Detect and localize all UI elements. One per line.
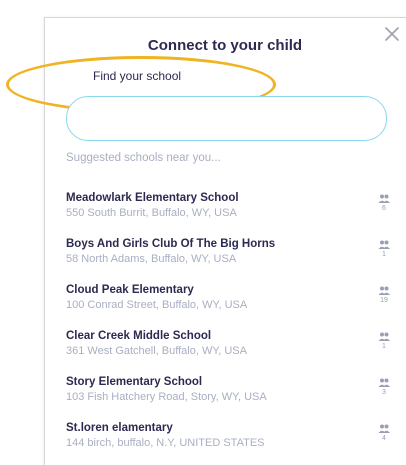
school-address: 100 Conrad Street, Buffalo, WY, USA [66,299,248,311]
school-address: 103 Fish Hatchery Road, Story, WY, USA [66,391,267,403]
school-name: Cloud Peak Elementary [66,284,194,296]
users-icon [378,286,390,295]
school-item[interactable]: Boys And Girls Club Of The Big Horns 58 … [45,234,405,280]
users-icon [378,424,390,433]
users-icon [378,240,390,249]
school-address: 144 birch, buffalo, N.Y, UNITED STATES [66,437,265,449]
member-count: 19 [372,286,396,304]
suggested-schools-label: Suggested schools near you... [66,152,221,164]
member-count-value: 19 [380,297,388,304]
school-name: Boys And Girls Club Of The Big Horns [66,238,276,250]
school-name: Meadowlark Elementary School [66,192,239,204]
find-school-label: Find your school [93,69,182,83]
member-count-value: 1 [382,251,386,258]
users-icon [378,194,390,203]
users-icon [378,378,390,387]
school-item[interactable]: Cloud Peak Elementary 100 Conrad Street,… [45,280,405,326]
member-count-value: 1 [382,343,386,350]
member-count-value: 6 [382,205,386,212]
school-item[interactable]: Clear Creek Middle School 361 West Gatch… [45,326,405,372]
school-name: Story Elementary School [66,376,203,388]
school-address: 550 South Burrit, Buffalo, WY, USA [66,207,237,219]
member-count-value: 3 [382,389,386,396]
users-icon [378,332,390,341]
school-name: St.loren elamentary [66,422,173,434]
member-count: 4 [372,424,396,442]
close-icon[interactable] [383,25,401,43]
school-name: Clear Creek Middle School [66,330,212,342]
school-list: Meadowlark Elementary School 550 South B… [45,188,405,464]
dialog-title: Connect to your child [147,37,303,54]
school-item[interactable]: Meadowlark Elementary School 550 South B… [45,188,405,234]
school-item[interactable]: St.loren elamentary 144 birch, buffalo, … [45,418,405,464]
school-address: 58 North Adams, Buffalo, WY, USA [66,253,237,265]
member-count: 3 [372,378,396,396]
member-count: 1 [372,332,396,350]
connect-dialog: Connect to your child Find your school S… [6,17,406,465]
school-search-input[interactable] [66,96,387,141]
member-count: 1 [372,240,396,258]
member-count: 6 [372,194,396,212]
member-count-value: 4 [382,435,386,442]
school-item[interactable]: Story Elementary School 103 Fish Hatcher… [45,372,405,418]
school-address: 361 West Gatchell, Buffalo, WY, USA [66,345,247,357]
